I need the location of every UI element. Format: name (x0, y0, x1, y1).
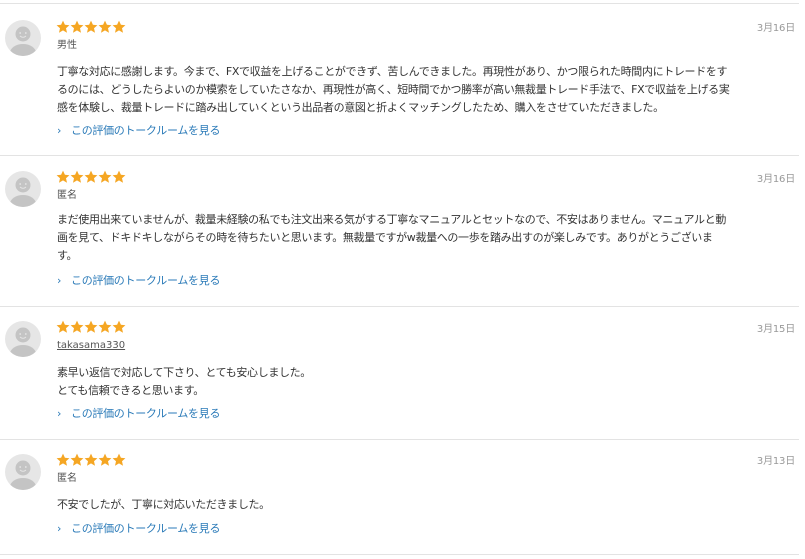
star-icon (70, 20, 84, 33)
default-user-avatar-icon (5, 20, 41, 56)
star-icon (84, 320, 98, 333)
star-icon (70, 170, 84, 183)
review-text-line: 丁寧な対応に感謝します。今まで、FXで収益を上げることができず、苦しんできました… (57, 65, 728, 78)
reviewer-name: 男性 (57, 40, 77, 51)
review-date: 3月15日 (756, 324, 795, 335)
chevron-right-icon: › (57, 407, 62, 420)
talk-room-link[interactable]: › この評価のトークルームを見る (57, 406, 220, 422)
talk-room-link-label: この評価のトークルームを見る (71, 407, 221, 420)
review-text-line: まだ使用出来ていませんが、裁量未経験の私でも注文出来る気がする丁寧なマニュアルと… (57, 213, 726, 226)
review-text-line: 画を見て、ドキドキしながらその時を待ちたいと思います。無裁量ですがw裁量への一歩… (57, 231, 713, 244)
reviewer-name: 匿名 (57, 190, 77, 201)
chevron-right-icon: › (57, 274, 62, 287)
star-icon (112, 170, 126, 183)
review-date: 3月13日 (756, 456, 795, 467)
review-text-line: 素早い返信で対応して下さり、とても安心しました。 (57, 366, 311, 379)
talk-room-link-label: この評価のトークルームを見る (71, 124, 221, 137)
star-icon (112, 453, 126, 466)
review-text: 不安でしたが、丁寧に対応いただきました。 (57, 496, 799, 514)
review-item: 3月16日 匿名 まだ使用出来ていませんが、裁量未経験の私でも注文出来る気がする… (0, 156, 799, 307)
reviewer-name: 匿名 (57, 473, 77, 484)
talk-room-link[interactable]: › この評価のトークルームを見る (57, 123, 220, 139)
divider (0, 554, 799, 555)
star-icon (84, 20, 98, 33)
talk-room-link[interactable]: › この評価のトークルームを見る (57, 521, 220, 537)
avatar-silhouette (10, 327, 36, 357)
star-icon (112, 320, 126, 333)
review-date: 3月16日 (756, 174, 795, 185)
review-date: 3月16日 (756, 23, 795, 34)
star-icon (98, 320, 112, 333)
default-user-avatar-icon (5, 171, 41, 207)
review-text-line: 不安でしたが、丁寧に対応いただきました。 (57, 498, 270, 511)
star-icon (56, 320, 70, 333)
talk-room-link-label: この評価のトークルームを見る (71, 274, 221, 287)
review-text: 丁寧な対応に感謝します。今まで、FXで収益を上げることができず、苦しんできました… (57, 63, 799, 117)
review-text-line: とても信頼できると思います。 (57, 384, 204, 397)
star-rating (56, 320, 126, 334)
avatar-silhouette (10, 460, 36, 490)
review-item: 3月16日 男性 丁寧な対応に感謝します。今まで、FXで収益を上げることができず… (0, 4, 799, 156)
star-icon (84, 170, 98, 183)
review-item: 3月15日 takasama330 素早い返信で対応して下さり、とても安心しまし… (0, 307, 799, 440)
star-icon (98, 20, 112, 33)
star-icon (70, 453, 84, 466)
review-text: 素早い返信で対応して下さり、とても安心しました。 とても信頼できると思います。 (57, 364, 799, 400)
avatar-silhouette (10, 26, 36, 56)
chevron-right-icon: › (57, 522, 62, 535)
review-item: 3月13日 匿名 不安でしたが、丁寧に対応いただきました。 › この評価のトーク… (0, 440, 799, 555)
star-icon (56, 453, 70, 466)
star-icon (56, 170, 70, 183)
avatar-silhouette (10, 177, 36, 207)
star-icon (70, 320, 84, 333)
star-icon (98, 170, 112, 183)
talk-room-link[interactable]: › この評価のトークルームを見る (57, 273, 220, 289)
star-icon (56, 20, 70, 33)
star-rating (56, 453, 126, 467)
review-text-line: す。 (57, 249, 78, 262)
default-user-avatar-icon (5, 321, 41, 357)
star-rating (56, 20, 126, 34)
star-icon (84, 453, 98, 466)
review-text-line: 感を体験し、裁量トレードに踏み出していくという出品者の意図と折よくマッチングした… (57, 101, 664, 114)
talk-room-link-label: この評価のトークルームを見る (71, 522, 221, 535)
star-rating (56, 170, 126, 184)
star-icon (112, 20, 126, 33)
review-text: まだ使用出来ていませんが、裁量未経験の私でも注文出来る気がする丁寧なマニュアルと… (57, 211, 799, 265)
review-text-line: るのには、どうしたらよいのか模索をしていたさなか、再現性が高く、短時間でかつ勝率… (57, 83, 730, 96)
star-icon (98, 453, 112, 466)
reviewer-name-link[interactable]: takasama330 (57, 339, 125, 353)
default-user-avatar-icon (5, 454, 41, 490)
chevron-right-icon: › (57, 124, 62, 137)
